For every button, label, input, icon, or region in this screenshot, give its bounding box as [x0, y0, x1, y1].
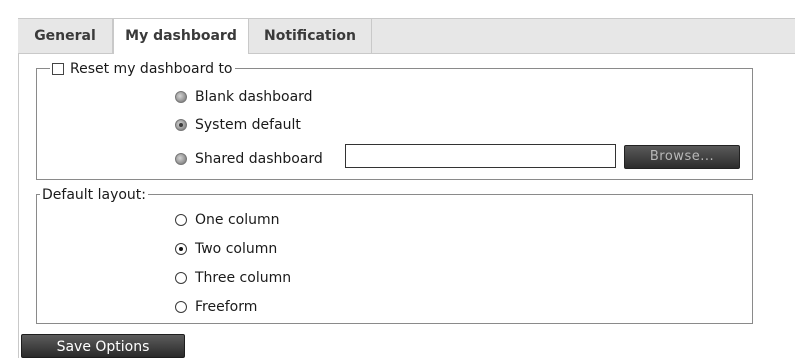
tab-my-dashboard[interactable]: My dashboard	[113, 18, 249, 54]
tab-general[interactable]: General	[18, 19, 113, 53]
browse-button[interactable]: Browse...	[624, 145, 740, 169]
label-two-column: Two column	[195, 241, 278, 257]
label-system-default: System default	[195, 117, 301, 133]
radio-freeform[interactable]	[175, 301, 187, 313]
radio-two-column[interactable]	[175, 243, 187, 255]
radio-blank-dashboard[interactable]	[175, 91, 187, 103]
option-shared-dashboard[interactable]: Shared dashboard	[175, 150, 323, 168]
option-freeform[interactable]: Freeform	[175, 298, 257, 316]
option-two-column[interactable]: Two column	[175, 240, 277, 258]
label-three-column: Three column	[195, 270, 292, 286]
radio-one-column[interactable]	[175, 214, 187, 226]
default-layout-label: Default layout:	[42, 187, 147, 203]
label-blank-dashboard: Blank dashboard	[195, 89, 313, 105]
tab-notification[interactable]: Notification	[249, 19, 372, 53]
reset-dashboard-checkbox[interactable]	[52, 63, 64, 75]
shared-dashboard-input[interactable]	[345, 144, 616, 168]
reset-dashboard-legend: Reset my dashboard to	[50, 60, 235, 78]
reset-dashboard-label: Reset my dashboard to	[70, 61, 233, 77]
save-options-button[interactable]: Save Options	[21, 334, 185, 358]
label-one-column: One column	[195, 212, 280, 228]
option-system-default[interactable]: System default	[175, 116, 301, 134]
option-one-column[interactable]: One column	[175, 211, 280, 229]
tab-bar: General My dashboard Notification	[18, 18, 795, 54]
radio-system-default[interactable]	[175, 119, 187, 131]
radio-shared-dashboard[interactable]	[175, 153, 187, 165]
label-freeform: Freeform	[195, 299, 258, 315]
default-layout-legend: Default layout:	[40, 186, 149, 204]
option-blank-dashboard[interactable]: Blank dashboard	[175, 88, 313, 106]
option-three-column[interactable]: Three column	[175, 269, 291, 287]
radio-three-column[interactable]	[175, 272, 187, 284]
label-shared-dashboard: Shared dashboard	[195, 151, 323, 167]
default-layout-group	[36, 194, 753, 324]
